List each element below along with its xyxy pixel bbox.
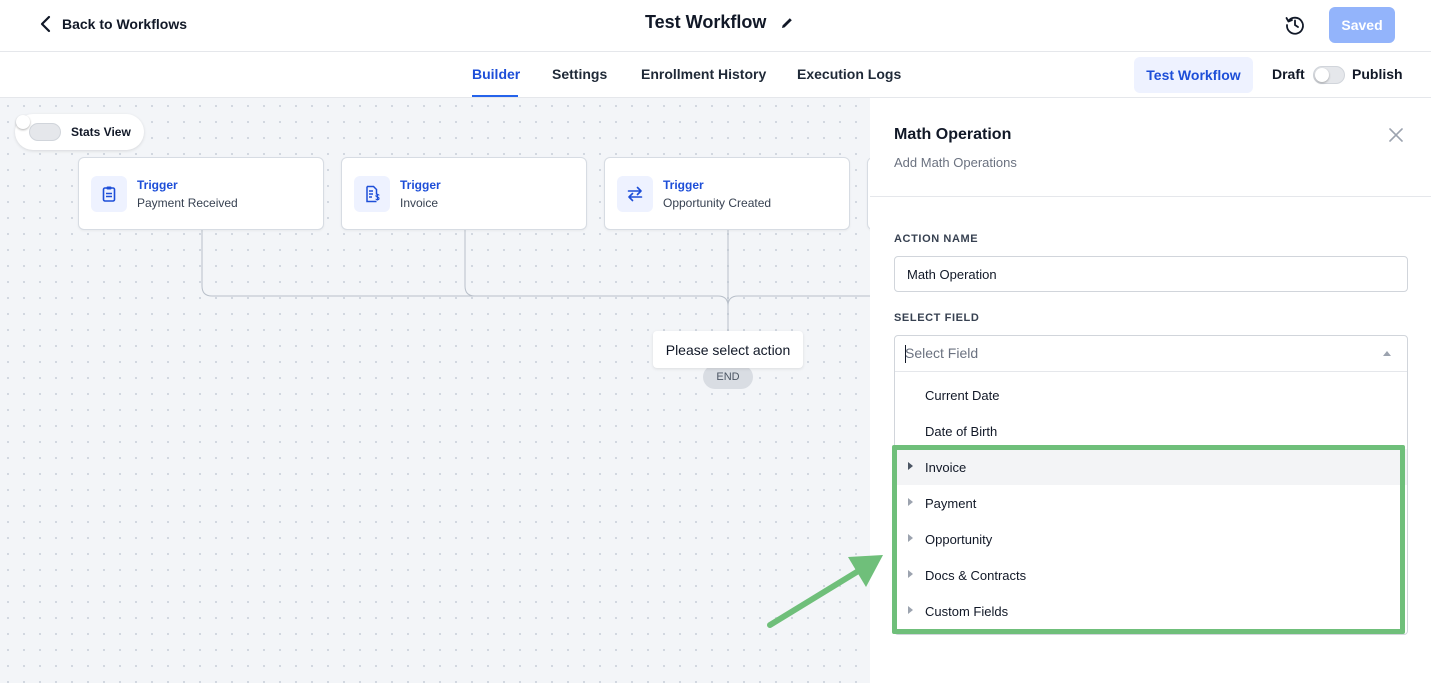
tab-settings[interactable]: Settings <box>552 66 607 82</box>
trigger-subtitle: Opportunity Created <box>663 196 772 210</box>
clipboard-icon <box>91 176 127 212</box>
trigger-subtitle: Invoice <box>400 196 439 210</box>
active-tab-indicator <box>472 95 518 97</box>
select-field-label: SELECT FIELD <box>894 312 980 324</box>
option-label: Current Date <box>925 388 1000 403</box>
tab-enrollment-history[interactable]: Enrollment History <box>641 66 766 82</box>
panel-subtitle: Add Math Operations <box>894 155 1017 170</box>
trigger-title: Trigger <box>663 178 704 192</box>
action-name-input[interactable] <box>894 256 1408 292</box>
math-operation-panel: Math Operation Add Math Operations ACTIO… <box>870 98 1431 683</box>
tab-execution-logs[interactable]: Execution Logs <box>797 66 901 82</box>
trigger-node-payment-received[interactable]: Trigger Payment Received <box>78 157 324 230</box>
caret-right-icon <box>908 606 913 614</box>
option-current-date[interactable]: Current Date <box>895 377 1407 413</box>
action-name-label: ACTION NAME <box>894 233 979 245</box>
workflow-title-text: Test Workflow <box>645 12 767 32</box>
caret-right-icon <box>908 462 913 470</box>
test-workflow-button[interactable]: Test Workflow <box>1134 57 1253 93</box>
caret-up-icon <box>1383 351 1391 356</box>
end-marker: END <box>703 365 753 389</box>
publish-label: Publish <box>1352 66 1403 82</box>
toggle-knob <box>16 115 30 129</box>
workflow-canvas[interactable]: Stats View Trigger Payment Received Trig… <box>0 98 870 683</box>
back-label: Back to Workflows <box>62 16 187 32</box>
option-label: Docs & Contracts <box>925 568 1027 583</box>
trigger-title: Trigger <box>400 178 441 192</box>
text-cursor <box>905 345 906 363</box>
option-custom-fields[interactable]: Custom Fields <box>895 593 1407 629</box>
back-to-workflows-link[interactable]: Back to Workflows <box>38 14 187 34</box>
option-label: Payment <box>925 496 977 511</box>
caret-right-icon <box>908 498 913 506</box>
panel-title: Math Operation <box>894 126 1012 143</box>
workflow-title: Test Workflow <box>645 12 794 33</box>
publish-toggle[interactable] <box>1313 66 1345 84</box>
draft-label: Draft <box>1272 66 1305 82</box>
caret-right-icon <box>908 570 913 578</box>
select-field-placeholder: Select Field <box>905 345 979 361</box>
select-action-node[interactable]: Please select action <box>653 331 803 368</box>
select-field-dropdown: Select Field Current Date Date of Birth … <box>894 335 1408 635</box>
trigger-title: Trigger <box>137 178 178 192</box>
option-label: Invoice <box>925 460 967 475</box>
saved-button[interactable]: Saved <box>1329 7 1395 43</box>
option-label: Custom Fields <box>925 604 1009 619</box>
history-icon[interactable] <box>1284 14 1306 36</box>
tab-builder[interactable]: Builder <box>472 66 520 82</box>
invoice-icon <box>354 176 390 212</box>
option-invoice[interactable]: Invoice <box>895 449 1407 485</box>
chevron-left-icon <box>40 15 51 33</box>
toggle-knob <box>1315 68 1329 82</box>
trigger-node-invoice[interactable]: Trigger Invoice <box>341 157 587 230</box>
panel-divider <box>870 196 1431 197</box>
stats-view-toggle[interactable] <box>16 115 61 141</box>
option-label: Opportunity <box>925 532 993 547</box>
option-label: Date of Birth <box>925 424 998 439</box>
option-opportunity[interactable]: Opportunity <box>895 521 1407 557</box>
stats-view-control: Stats View <box>15 114 144 150</box>
select-field-input[interactable]: Select Field <box>895 336 1407 372</box>
option-payment[interactable]: Payment <box>895 485 1407 521</box>
close-icon[interactable] <box>1388 127 1404 143</box>
trigger-node-opportunity-created[interactable]: Trigger Opportunity Created <box>604 157 850 230</box>
caret-right-icon <box>908 534 913 542</box>
option-docs-contracts[interactable]: Docs & Contracts <box>895 557 1407 593</box>
pencil-icon[interactable] <box>780 16 794 30</box>
trigger-subtitle: Payment Received <box>137 196 238 210</box>
top-bar: Back to Workflows Test Workflow Saved <box>0 0 1431 52</box>
swap-arrows-icon <box>617 176 653 212</box>
option-date-of-birth[interactable]: Date of Birth <box>895 413 1407 449</box>
tab-bar: Builder Settings Enrollment History Exec… <box>0 52 1431 98</box>
stats-view-label: Stats View <box>71 125 131 139</box>
